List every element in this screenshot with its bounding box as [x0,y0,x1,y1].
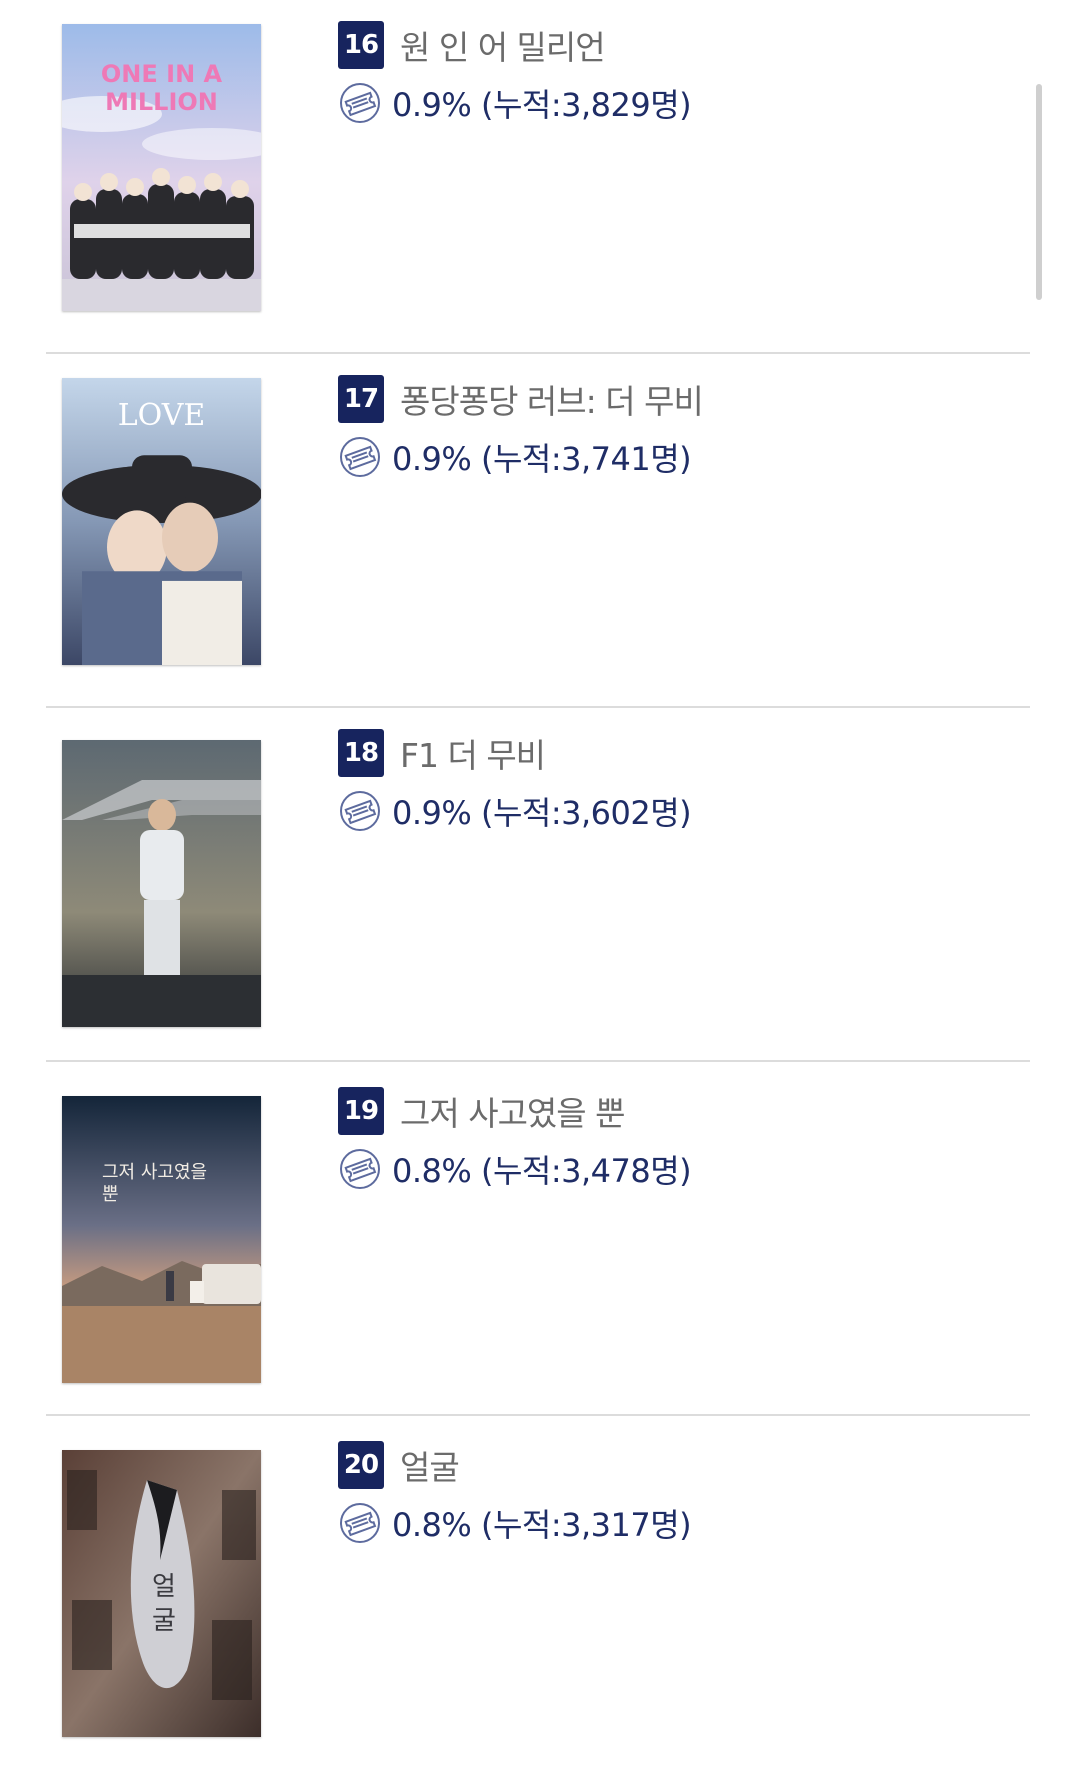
movie-info: 18 F1 더 무비 0.9% (누적:3,602명) [338,728,692,834]
list-item[interactable]: ONE IN A MILLION 16 원 인 어 밀리언 0.9% (누적:3… [46,0,1030,354]
list-item[interactable]: 18 F1 더 무비 0.9% (누적:3,602명) [46,708,1030,1062]
movie-info: 20 얼굴 0.8% (누적:3,317명) [338,1440,692,1546]
movie-info: 16 원 인 어 밀리언 0.9% (누적:3,829명) [338,20,692,126]
poster-title-art: 얼굴 [152,1572,176,1636]
audience-share: 0.8% (누적:3,478명) [392,1152,692,1190]
rank-badge: 19 [338,1087,384,1135]
poster-title-art: LOVE [117,398,206,433]
rank-badge: 20 [338,1441,384,1489]
list-item[interactable]: 그저 사고였을 뿐 19 그저 사고였을 뿐 0.8% (누적:3,478명) [46,1062,1030,1416]
movie-info: 17 퐁당퐁당 러브: 더 무비 0.9% (누적:3,741명) [338,374,704,480]
scrollbar[interactable] [1036,84,1042,300]
movie-poster[interactable]: LOVE [62,378,261,665]
audience-share: 0.9% (누적:3,829명) [392,86,692,124]
ticket-icon [340,791,380,831]
ticket-icon [340,437,380,477]
ticket-icon [340,1503,380,1543]
rank-badge: 17 [338,375,384,423]
movie-title[interactable]: 얼굴 [400,1441,460,1489]
ticket-icon [340,83,380,123]
audience-share: 0.9% (누적:3,741명) [392,440,692,478]
movie-info: 19 그저 사고였을 뿐 0.8% (누적:3,478명) [338,1086,692,1192]
movie-title[interactable]: 퐁당퐁당 러브: 더 무비 [400,375,704,423]
audience-share: 0.8% (누적:3,317명) [392,1506,692,1544]
movie-poster[interactable] [62,740,261,1027]
poster-title-art: 그저 사고였을 뿐 [102,1162,208,1205]
poster-title-art: ONE IN A MILLION [100,60,223,116]
box-office-list: ONE IN A MILLION 16 원 인 어 밀리언 0.9% (누적:3… [0,0,1080,1775]
movie-title[interactable]: 원 인 어 밀리언 [400,21,606,69]
rank-badge: 16 [338,21,384,69]
movie-poster[interactable]: 그저 사고였을 뿐 [62,1096,261,1383]
list-item[interactable]: 얼굴 20 얼굴 0.8% (누적:3,317명) [46,1416,1030,1770]
ticket-icon [340,1149,380,1189]
movie-title[interactable]: 그저 사고였을 뿐 [400,1087,625,1135]
audience-share: 0.9% (누적:3,602명) [392,794,692,832]
movie-title[interactable]: F1 더 무비 [400,729,546,777]
movie-poster[interactable]: 얼굴 [62,1450,261,1737]
movie-poster[interactable]: ONE IN A MILLION [62,24,261,311]
list-item[interactable]: LOVE 17 퐁당퐁당 러브: 더 무비 0.9% (누적:3,741명) [46,354,1030,708]
rank-badge: 18 [338,729,384,777]
